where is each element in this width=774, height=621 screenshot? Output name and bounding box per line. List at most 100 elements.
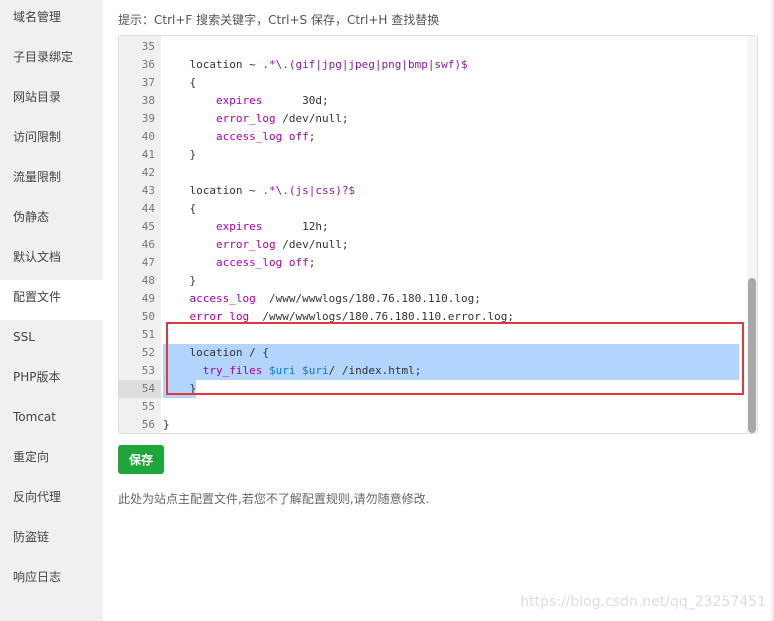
code-text: access_log off; (163, 254, 315, 272)
line-number: 47 (141, 256, 155, 269)
sidebar-item[interactable]: 流量限制 (0, 160, 103, 200)
line-number: 44 (141, 202, 155, 215)
code-token: { (163, 76, 197, 89)
code-token: } (163, 418, 170, 431)
code-line: 40 access_log off; (119, 128, 757, 146)
code-line: 44 { (119, 200, 757, 218)
sidebar-item[interactable]: 默认文档 (0, 240, 103, 280)
code-token: expires (215, 94, 263, 107)
code-line: 48 } (119, 272, 757, 290)
scrollbar[interactable] (747, 36, 757, 433)
code-token: off (288, 256, 309, 269)
line-number: 49 (141, 292, 155, 305)
code-token: access_log (189, 292, 256, 305)
sidebar-item[interactable]: 伪静态 (0, 200, 103, 240)
save-button[interactable]: 保存 (118, 445, 164, 474)
code-text: { (163, 200, 196, 218)
code-text: expires 30d; (163, 92, 329, 110)
code-line: 46 error_log /dev/null; (119, 236, 757, 254)
code-token: { (163, 202, 197, 215)
code-token: ; (308, 130, 316, 143)
line-number: 48 (141, 274, 155, 287)
line-number: 46 (141, 238, 155, 251)
code-line: 56} (119, 416, 757, 433)
code-token: access_log (215, 256, 283, 269)
code-token: /dev/null; (275, 112, 349, 125)
code-line: 47 access_log off; (119, 254, 757, 272)
sidebar-item[interactable]: 域名管理 (0, 0, 103, 40)
code-line: 39 error_log /dev/null; (119, 110, 757, 128)
sidebar-item[interactable]: 配置文件 (0, 280, 103, 320)
code-token: } (163, 274, 197, 287)
code-text: access_log /www/wwwlogs/180.76.180.110.l… (163, 290, 481, 308)
line-number: 50 (141, 310, 155, 323)
line-number: 43 (141, 184, 155, 197)
line-number: 55 (141, 400, 155, 413)
config-warning-note: 此处为站点主配置文件,若您不了解配置规则,请勿随意修改. (118, 492, 430, 506)
line-number: 36 (141, 58, 155, 71)
line-number: 56 (141, 418, 155, 431)
code-token: location ~ (163, 58, 263, 71)
sidebar-item[interactable]: 响应日志 (0, 560, 103, 600)
code-line: 42 (119, 164, 757, 182)
code-line: 45 expires 12h; (119, 218, 757, 236)
code-text: access_log off; (163, 128, 315, 146)
code-text: } (163, 416, 170, 433)
sidebar-item[interactable]: 访问限制 (0, 120, 103, 160)
code-token: /www/wwwlogs/180.76.180.110.log; (255, 292, 481, 305)
code-line: 49 access_log /www/wwwlogs/180.76.180.11… (119, 290, 757, 308)
code-text: location ~ .*\.(js|css)?$ (163, 182, 355, 200)
code-token: location ~ (163, 184, 263, 197)
line-number: 35 (141, 40, 155, 53)
code-text: } (163, 272, 196, 290)
sidebar-item[interactable]: 网站目录 (0, 80, 103, 120)
line-number: 53 (141, 364, 155, 377)
scrollbar-thumb[interactable] (748, 278, 756, 433)
code-token: expires (215, 220, 263, 233)
sidebar: 域名管理 子目录绑定 网站目录 访问限制 流量限制 伪静态 默认文档 配置文件 SSL PHP版本… (0, 0, 103, 621)
line-number: 45 (141, 220, 155, 233)
code-token: 12h; (262, 220, 329, 233)
code-token: /dev/null; (275, 238, 349, 251)
watermark: https://blog.csdn.net/qq_23257451 (520, 594, 766, 610)
line-number: 39 (141, 112, 155, 125)
code-line: 36 location ~ .*\.(gif|jpg|jpeg|png|bmp|… (119, 56, 757, 74)
code-line: 35 (119, 38, 757, 56)
highlight-annotation-box (166, 322, 744, 395)
sidebar-item[interactable]: 反向代理 (0, 480, 103, 520)
line-number: 52 (141, 346, 155, 359)
code-token: error_log (215, 112, 276, 125)
code-text: } (163, 146, 196, 164)
sidebar-item[interactable]: 子目录绑定 (0, 40, 103, 80)
sidebar-item[interactable]: 防盗链 (0, 520, 103, 560)
code-text: error_log /dev/null; (163, 236, 348, 254)
code-token: off (288, 130, 309, 143)
line-number: 40 (141, 130, 155, 143)
code-line: 43 location ~ .*\.(js|css)?$ (119, 182, 757, 200)
code-text: expires 12h; (163, 218, 329, 236)
line-number: 41 (141, 148, 155, 161)
code-token: 30d; (262, 94, 329, 107)
line-number: 54 (119, 380, 161, 398)
code-token: .*\.(js|css)?$ (262, 184, 356, 197)
sidebar-item[interactable]: PHP版本 (0, 360, 103, 400)
line-number: 38 (141, 94, 155, 107)
sidebar-item[interactable]: Tomcat (0, 400, 103, 440)
code-token: } (163, 148, 197, 161)
code-line: 38 expires 30d; (119, 92, 757, 110)
sidebar-item[interactable]: SSL (0, 320, 103, 360)
line-number: 51 (141, 328, 155, 341)
sidebar-item[interactable]: 重定向 (0, 440, 103, 480)
line-number: 37 (141, 76, 155, 89)
code-text: { (163, 74, 196, 92)
code-token: .*\.(gif|jpg|jpeg|png|bmp|swf)$ (262, 58, 468, 71)
code-token: access_log (215, 130, 283, 143)
